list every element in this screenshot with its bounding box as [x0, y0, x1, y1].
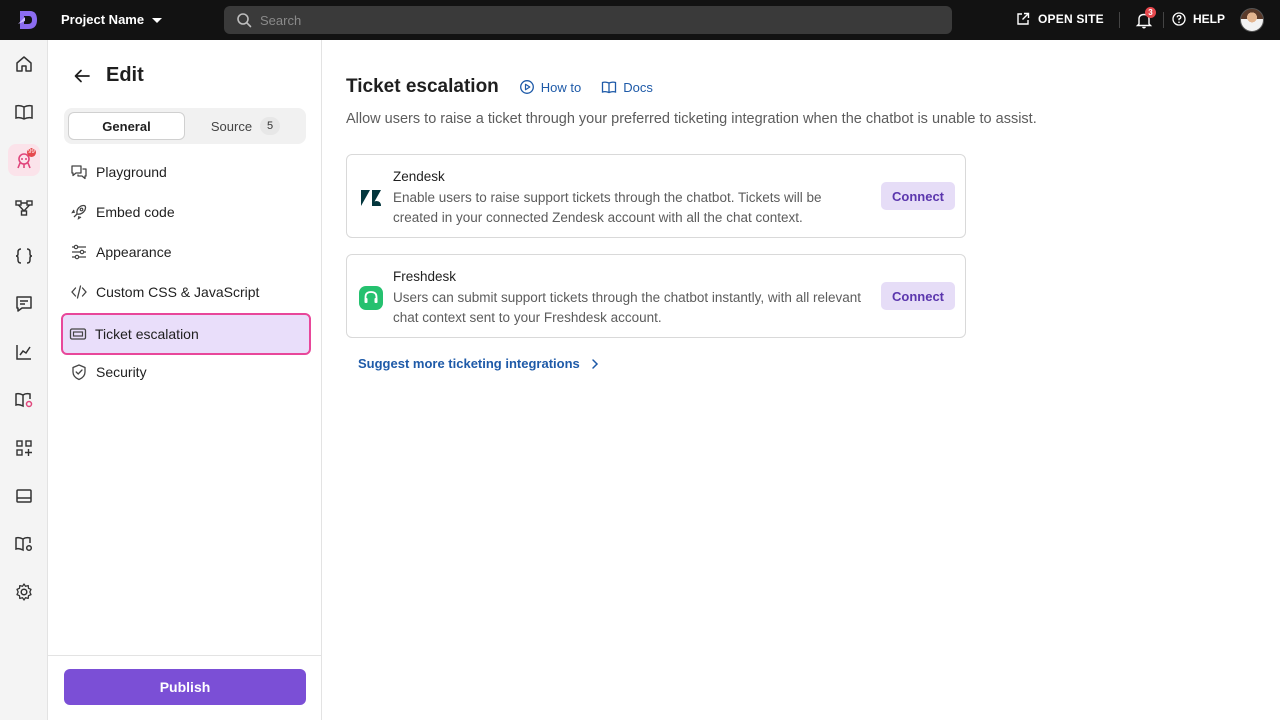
book-icon[interactable] — [13, 101, 35, 123]
sliders-icon — [72, 244, 86, 260]
tab-source[interactable]: Source 5 — [189, 112, 302, 140]
nav-item-security[interactable]: Security — [64, 354, 308, 390]
nav-item-label: Ticket escalation — [95, 326, 199, 342]
help-button[interactable]: HELP — [1172, 12, 1225, 26]
layout-icon[interactable] — [13, 485, 35, 507]
divider — [1163, 12, 1164, 28]
nav-item-embed-code[interactable]: Embed code — [64, 194, 308, 230]
caret-down-icon — [152, 18, 163, 23]
knowledge-icon[interactable] — [13, 389, 35, 411]
panel-header: Edit — [72, 64, 144, 87]
docs-settings-icon[interactable] — [13, 533, 35, 555]
tab-general[interactable]: General — [68, 112, 185, 140]
integration-description: Enable users to raise support tickets th… — [393, 190, 822, 225]
nav-item-label: Embed code — [96, 204, 175, 220]
suggest-label: Suggest more ticketing integrations — [358, 356, 580, 371]
integration-description: Users can submit support tickets through… — [393, 290, 861, 325]
ticket-icon — [69, 328, 87, 340]
nav-item-label: Custom CSS & JavaScript — [96, 284, 260, 300]
nav-item-label: Playground — [96, 164, 167, 180]
settings-icon[interactable] — [13, 581, 35, 603]
analytics-icon[interactable] — [13, 341, 35, 363]
source-count-badge: 5 — [260, 117, 281, 135]
avatar[interactable] — [1240, 8, 1264, 32]
help-circle-icon — [1172, 12, 1186, 26]
brand-logo-icon[interactable] — [16, 8, 40, 32]
rocket-icon — [71, 204, 87, 220]
segmented-control: General Source 5 — [64, 108, 306, 144]
project-selector[interactable]: Project Name — [61, 12, 163, 27]
play-circle-icon — [519, 80, 534, 94]
back-arrow-icon[interactable] — [72, 66, 92, 86]
integration-name: Freshdesk — [393, 269, 457, 284]
chevron-right-icon — [592, 358, 598, 369]
notification-badge: 3 — [1145, 7, 1156, 18]
publish-button[interactable]: Publish — [64, 669, 306, 705]
integration-card-freshdesk: Freshdesk Users can submit support ticke… — [346, 254, 966, 338]
code-icon — [71, 285, 87, 299]
search-bar[interactable] — [224, 6, 952, 34]
top-bar: Project Name OPEN SITE 3 HELP — [0, 0, 1280, 40]
tab-source-label: Source — [210, 118, 253, 134]
external-link-icon — [1017, 12, 1030, 25]
divider — [1119, 12, 1120, 28]
tab-general-label: General — [102, 118, 151, 134]
search-input[interactable] — [260, 12, 900, 28]
page-title: Ticket escalation — [346, 76, 499, 97]
panel-footer: Publish — [48, 655, 321, 720]
chat-bubbles-icon — [71, 165, 87, 180]
suggest-integrations-link[interactable]: Suggest more ticketing integrations — [358, 356, 600, 371]
nav-item-label: Appearance — [96, 244, 172, 260]
home-icon[interactable] — [13, 53, 35, 75]
docs-link[interactable]: Docs — [601, 79, 653, 95]
project-name: Project Name — [61, 12, 145, 27]
apps-icon[interactable] — [13, 437, 35, 459]
workflow-icon[interactable] — [13, 197, 35, 219]
nav-item-label: Security — [96, 364, 147, 380]
integration-card-zendesk: Zendesk Enable users to raise support ti… — [346, 154, 966, 238]
page-description: Allow users to raise a ticket through yo… — [346, 111, 1037, 127]
rail-badge: 99 — [27, 148, 36, 157]
open-site-label: OPEN SITE — [1038, 12, 1104, 26]
edit-panel: Edit General Source 5 Playground Embed c… — [48, 40, 322, 720]
nav-item-appearance[interactable]: Appearance — [64, 234, 308, 270]
freshdesk-logo-icon — [359, 286, 383, 310]
integration-name: Zendesk — [393, 169, 445, 184]
code-braces-icon[interactable] — [13, 245, 35, 267]
book-open-icon — [602, 81, 617, 94]
nav-item-playground[interactable]: Playground — [64, 154, 308, 190]
shield-icon — [72, 364, 86, 381]
help-label: HELP — [1193, 12, 1226, 26]
how-to-link[interactable]: How to — [519, 79, 581, 95]
connect-freshdesk-button[interactable]: Connect — [881, 282, 955, 310]
nav-item-ticket-escalation[interactable]: Ticket escalation — [61, 313, 311, 355]
page-header: Ticket escalation How to Docs — [346, 76, 653, 98]
chat-icon[interactable] — [13, 293, 35, 315]
open-site-button[interactable]: OPEN SITE — [1016, 12, 1104, 26]
zendesk-logo-icon — [361, 190, 381, 206]
docs-label: Docs — [623, 79, 653, 95]
how-to-label: How to — [540, 79, 582, 95]
nav-item-custom-css-js[interactable]: Custom CSS & JavaScript — [64, 274, 308, 310]
icon-rail: 99 — [0, 40, 48, 720]
connect-zendesk-button[interactable]: Connect — [881, 182, 955, 210]
panel-title: Edit — [106, 64, 144, 86]
search-icon — [237, 13, 252, 28]
